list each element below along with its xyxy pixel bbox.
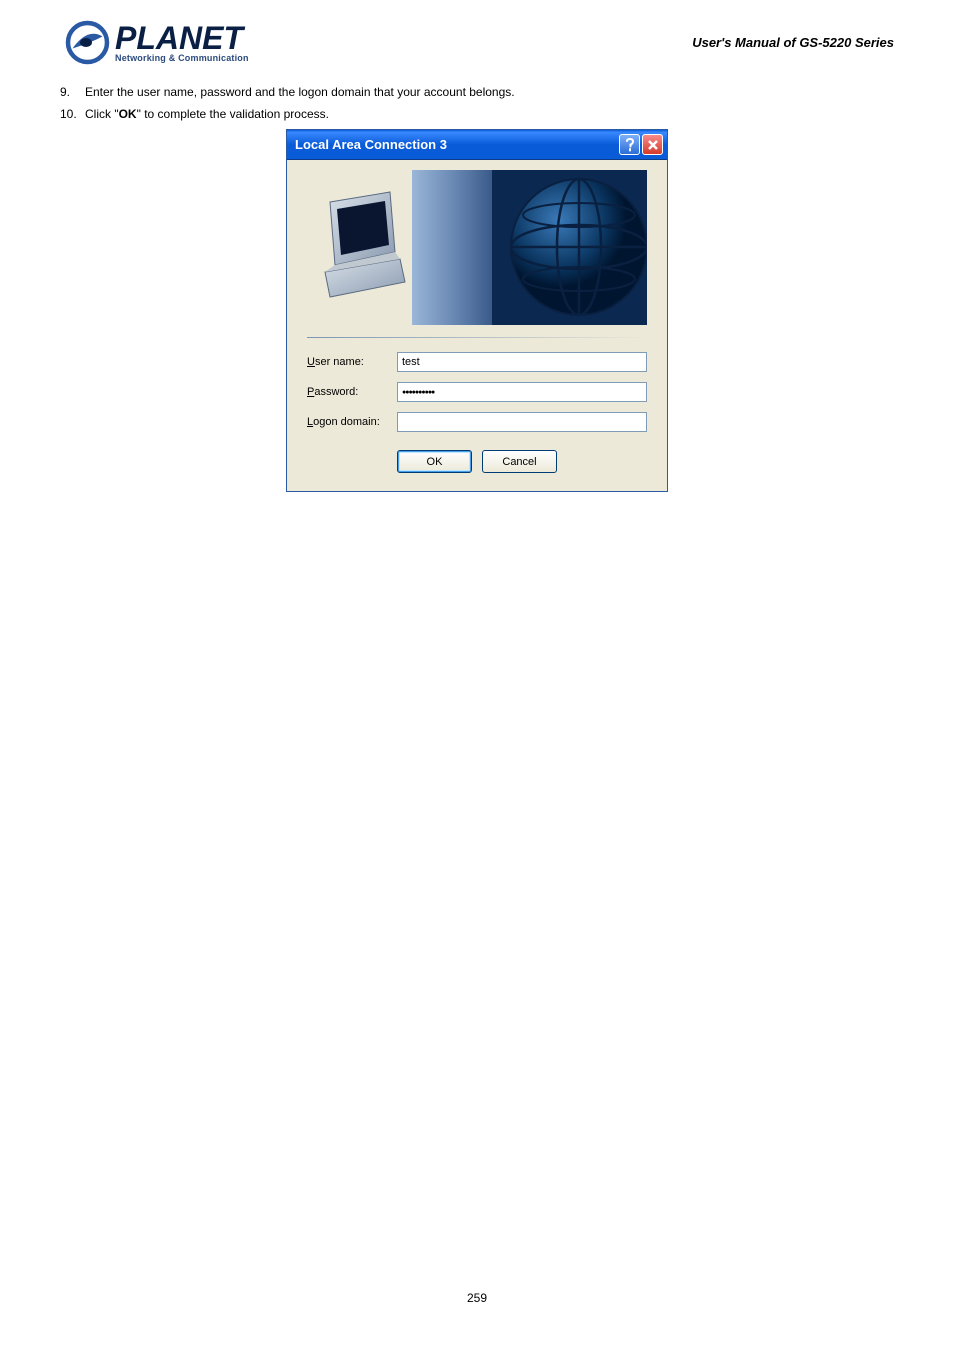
brand-tagline: Networking & Communication (115, 54, 249, 63)
password-row: Password: (307, 382, 647, 402)
logo: PLANET Networking & Communication (65, 20, 249, 65)
divider (307, 337, 647, 338)
logon-domain-row: Logon domain: (307, 412, 647, 432)
dialog-titlebar: Local Area Connection 3 (287, 130, 667, 160)
close-button[interactable] (642, 134, 663, 155)
dialog-banner-image (307, 170, 647, 325)
logo-text: PLANET Networking & Communication (115, 22, 249, 63)
logon-domain-label: Logon domain: (307, 416, 397, 428)
titlebar-buttons (619, 134, 663, 155)
dialog-title: Local Area Connection 3 (295, 137, 447, 152)
username-row: User name: (307, 352, 647, 372)
cancel-button[interactable]: Cancel (482, 450, 557, 473)
step-10: 10. Click "OK" to complete the validatio… (60, 107, 894, 121)
help-button[interactable] (619, 134, 640, 155)
username-input[interactable] (397, 352, 647, 372)
step-text: Enter the user name, password and the lo… (85, 85, 894, 99)
password-label: Password: (307, 386, 397, 398)
globe-icon (507, 175, 647, 320)
ok-button[interactable]: OK (397, 450, 472, 473)
dialog-buttons: OK Cancel (307, 450, 647, 473)
page-number: 259 (0, 1291, 954, 1305)
step-number: 10. (60, 107, 85, 121)
manual-title: User's Manual of GS-5220 Series (692, 35, 894, 50)
step-9: 9. Enter the user name, password and the… (60, 85, 894, 99)
content-area: 9. Enter the user name, password and the… (0, 85, 954, 492)
step-number: 9. (60, 85, 85, 99)
credentials-dialog: Local Area Connection 3 (286, 129, 668, 492)
logon-domain-input[interactable] (397, 412, 647, 432)
monitor-icon (315, 182, 415, 312)
brand-name: PLANET (115, 22, 249, 54)
page-header: PLANET Networking & Communication User's… (0, 0, 954, 85)
password-input[interactable] (397, 382, 647, 402)
step-text: Click "OK" to complete the validation pr… (85, 107, 894, 121)
logo-swoosh-icon (65, 20, 110, 65)
username-label: User name: (307, 356, 397, 368)
